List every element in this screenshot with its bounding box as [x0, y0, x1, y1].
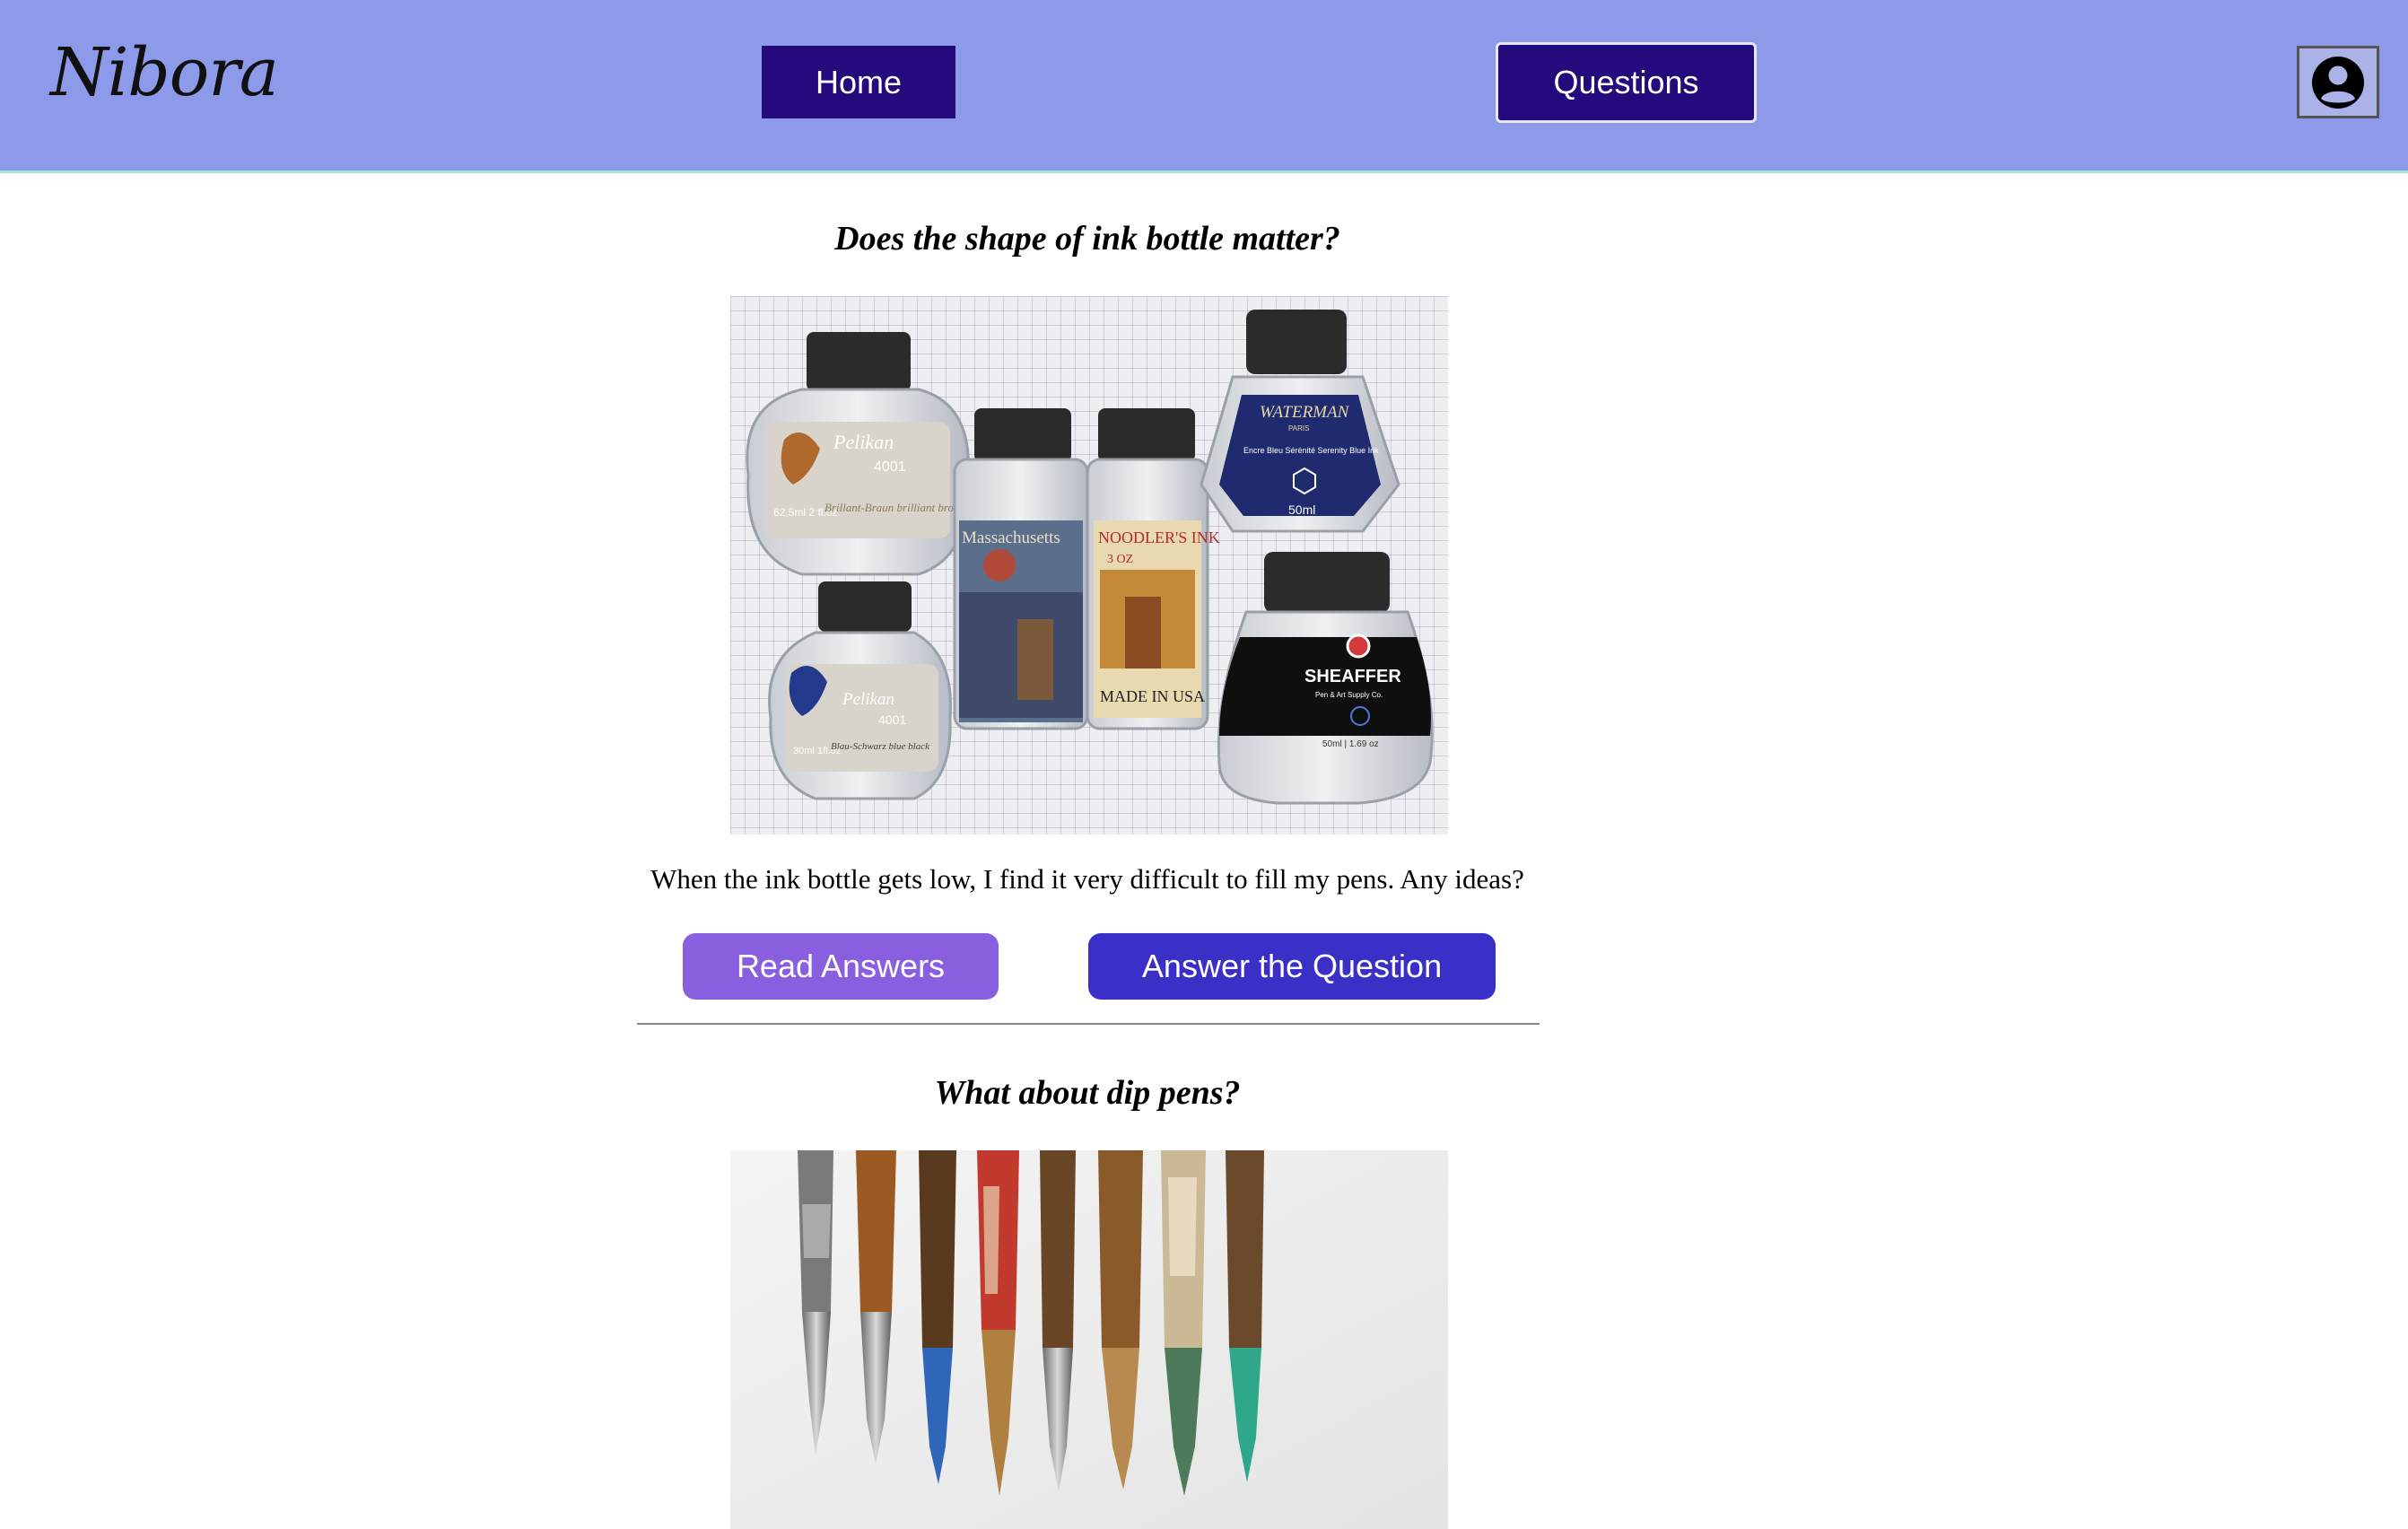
site-logo[interactable]: Nibora [50, 34, 279, 111]
profile-button[interactable] [2297, 46, 2379, 118]
image-text: 3 OZ [1107, 553, 1133, 566]
ink-bottles-photo: Pelikan 4001 62,5ml 2 fl.oz Brillant-Bra… [730, 296, 1448, 834]
image-text: Brillant-Braun brilliant brown [824, 501, 967, 514]
image-text: 50ml [1288, 502, 1315, 517]
question-title[interactable]: What about dip pens? [637, 1073, 1538, 1113]
image-text: NOODLER'S INK [1098, 529, 1220, 546]
image-text: WATERMAN [1260, 403, 1350, 422]
questions-button[interactable]: Questions [1496, 42, 1757, 123]
dip-pens-photo [730, 1150, 1448, 1529]
question-body: When the ink bottle gets low, I find it … [650, 863, 1524, 895]
image-text: Pen & Art Supply Co. [1315, 691, 1383, 699]
top-navbar: Nibora Home Questions [0, 0, 2408, 173]
read-answers-button[interactable]: Read Answers [683, 933, 999, 1000]
image-text: 4001 [874, 459, 906, 475]
image-text: SHEAFFER [1304, 667, 1401, 686]
question-image-ink-bottles: Pelikan 4001 62,5ml 2 fl.oz Brillant-Bra… [730, 296, 1448, 834]
question-title[interactable]: Does the shape of ink bottle matter? [637, 219, 1538, 258]
user-circle-icon [2312, 56, 2364, 109]
answer-question-button[interactable]: Answer the Question [1088, 933, 1496, 1000]
image-text: Massachusetts [962, 529, 1060, 547]
image-text: MADE IN USA [1100, 687, 1205, 705]
image-text: 50ml | 1.69 oz [1322, 739, 1379, 749]
image-text: Encre Bleu Sérénité Serenity Blue Ink [1243, 446, 1379, 455]
image-text: Pelikan [842, 690, 894, 709]
image-text: Blau-Schwarz blue black [831, 741, 930, 752]
question-divider [637, 1023, 1540, 1025]
image-text: Pelikan [833, 431, 894, 453]
image-text: PARIS [1288, 424, 1309, 432]
image-text: 4001 [878, 712, 906, 727]
question-image-dip-pens [730, 1150, 1448, 1529]
home-button[interactable]: Home [762, 46, 955, 118]
